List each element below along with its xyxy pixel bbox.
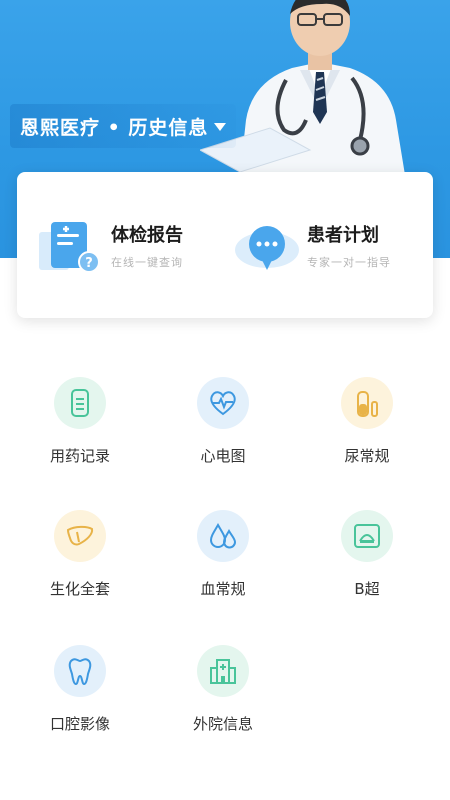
tile-external-hospital[interactable]: 外院信息 [168,645,278,755]
chat-bubble-icon [235,226,299,270]
exam-report-title: 体检报告 [111,225,183,246]
tile-label: 口腔影像 [49,715,110,733]
tile-medicine-record[interactable]: 用药记录 [25,377,135,487]
tile-blood-test[interactable]: 血常规 [168,510,278,620]
blood-drop-icon [209,522,237,549]
doctor-illustration [200,0,405,175]
tile-icon-bg [54,377,106,429]
tile-label: 尿常规 [344,447,390,465]
tile-urine-test[interactable]: 尿常规 [312,377,422,487]
tile-icon-bg [197,510,249,562]
exam-report-entry[interactable]: ? 体检报告 在线一键查询 [37,216,227,278]
hero-title-dropdown[interactable]: 恩熙医疗 • 历史信息 [10,104,237,148]
tile-icon-bg [341,377,393,429]
tile-icon-bg [341,510,393,562]
ecg-icon [210,391,236,416]
tile-label: B超 [354,580,380,598]
tile-ecg[interactable]: 心电图 [168,377,278,487]
tile-ultrasound[interactable]: B超 [312,510,422,620]
tile-biochemistry[interactable]: 生化全套 [25,510,135,620]
ultrasound-icon [354,524,380,548]
report-icon: ? [39,222,100,273]
tile-label: 用药记录 [49,447,110,465]
tile-icon-bg [54,645,106,697]
hospital-icon [210,659,236,684]
svg-text:?: ? [85,256,93,271]
patient-plan-entry[interactable]: 患者计划 专家一对一指导 [233,216,425,278]
quick-access-card: ? 体检报告 在线一键查询 患者计划 专家一对一指导 [17,172,433,318]
liver-icon [66,525,94,546]
tile-icon-bg [54,510,106,562]
tooth-icon [68,658,92,686]
tile-label: 外院信息 [192,715,253,733]
tile-label: 血常规 [200,580,246,598]
tile-label: 心电图 [200,447,246,465]
tile-icon-bg [197,645,249,697]
patient-plan-subtitle: 专家一对一指导 [307,256,391,269]
tile-label: 生化全套 [49,580,110,598]
patient-plan-title: 患者计划 [307,225,379,246]
urine-test-icon [357,391,378,417]
caret-down-icon [214,123,227,131]
medicine-record-icon [71,389,89,417]
tile-icon-bg [197,377,249,429]
exam-report-subtitle: 在线一键查询 [111,256,183,269]
tile-dental-imaging[interactable]: 口腔影像 [25,645,135,755]
hero-title: 恩熙医疗 • 历史信息 [20,116,209,139]
